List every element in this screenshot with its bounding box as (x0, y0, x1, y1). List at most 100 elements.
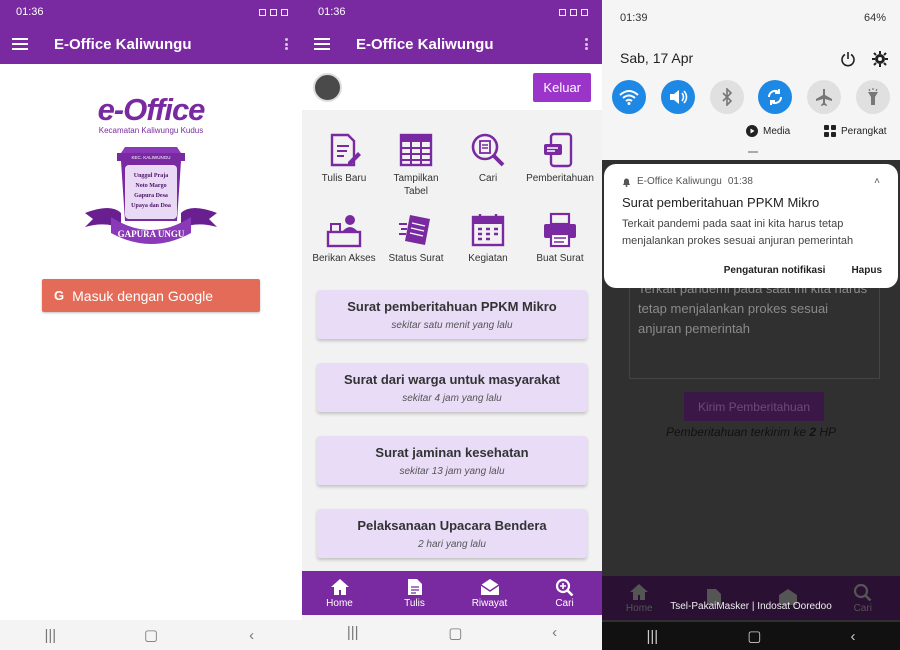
notification-actions: Pengaturan notifikasi Hapus (724, 265, 882, 276)
login-screen: 01:36 E-Office Kaliwungu e-Office Kecama… (0, 0, 302, 650)
media-button[interactable]: Media (746, 125, 790, 137)
more-options-icon[interactable] (585, 38, 588, 50)
devices-button[interactable]: Perangkat (824, 125, 887, 137)
back-icon[interactable]: ‹ (242, 627, 262, 644)
sent-document-icon (399, 215, 430, 245)
svg-text:Gapura Desa: Gapura Desa (134, 193, 168, 199)
menu-label: Cari (478, 173, 498, 184)
menu-item-berikan-akses[interactable]: Berikan Akses (308, 212, 380, 265)
back-icon[interactable]: ‹ (552, 624, 557, 641)
home-icon[interactable]: ▢ (448, 624, 462, 642)
menu-icon[interactable] (12, 38, 28, 50)
qs-controls (840, 51, 888, 67)
send-notification-button: Kirim Pemberitahuan (684, 392, 824, 421)
menu-item-tampilkan-tabel[interactable]: Tampilkan Tabel (380, 132, 452, 198)
nav-label: Tulis (404, 597, 425, 609)
menu-grid: Tulis Baru Tampilkan Tabel Cari Pemberit… (302, 110, 602, 265)
notification-settings-button[interactable]: Pengaturan notifikasi (724, 265, 826, 276)
recent-apps-icon[interactable]: ||| (647, 628, 659, 645)
desk-user-icon (326, 215, 362, 248)
power-icon[interactable] (840, 51, 856, 67)
autorotate-tile[interactable] (758, 80, 793, 114)
devices-grid-icon (824, 125, 836, 137)
notification-card[interactable]: E-Office Kaliwungu 01:38 ˄ Surat pemberi… (604, 164, 898, 288)
airplane-tile[interactable] (807, 80, 842, 114)
volume-icon (669, 90, 688, 104)
letter-card[interactable]: Pelaksanaan Upacara Bendera 2 hari yang … (317, 509, 587, 558)
letter-card[interactable]: Surat dari warga untuk masyarakat sekita… (317, 363, 587, 412)
sent-status: Pemberitahuan terkirim ke 2 HP (665, 425, 837, 439)
status-icons (559, 8, 588, 16)
media-label: Media (763, 125, 791, 137)
bluetooth-tile[interactable] (709, 80, 744, 114)
menu-icon[interactable] (314, 38, 330, 50)
menu-label: Buat Surat (536, 253, 584, 264)
gear-icon[interactable] (872, 51, 888, 67)
document-icon (407, 578, 422, 595)
home-icon[interactable]: ▢ (747, 627, 761, 645)
eoffice-logo: e-Office Kecamatan Kaliwungu Kudus KEC. … (76, 92, 226, 251)
notification-delete-button[interactable]: Hapus (851, 265, 882, 276)
home-icon[interactable]: ▢ (141, 626, 161, 644)
nav-label: Riwayat (471, 597, 508, 609)
menu-item-tulis-baru[interactable]: Tulis Baru (308, 132, 380, 198)
recent-apps-icon[interactable]: ||| (40, 627, 60, 644)
menu-item-status-surat[interactable]: Status Surat (380, 212, 452, 265)
logout-button[interactable]: Keluar (533, 72, 591, 102)
more-options-icon[interactable] (285, 38, 288, 50)
letter-time: 2 hari yang lalu (418, 538, 486, 550)
flashlight-icon (867, 88, 878, 105)
phone-message-icon (544, 132, 573, 168)
notification-shade-screen: Terkait pandemi pada saat ini kita harus… (602, 0, 900, 650)
table-icon (399, 133, 433, 167)
mail-icon (480, 578, 499, 595)
home-icon (630, 583, 649, 600)
menu-label: Kegiatan (468, 253, 508, 264)
menu-item-cari[interactable]: Cari (452, 132, 524, 198)
nav-label: Home (326, 597, 353, 609)
chevron-up-icon[interactable]: ˄ (874, 176, 880, 187)
drag-handle[interactable] (748, 151, 758, 153)
menu-item-buat-surat[interactable]: Buat Surat (524, 212, 596, 265)
sound-tile[interactable] (660, 80, 695, 114)
notification-time: 01:38 (727, 176, 753, 187)
date-label: Sab, 17 Apr (620, 50, 694, 66)
status-icons (259, 8, 288, 16)
google-signin-label: Masuk dengan Google (72, 287, 213, 304)
menu-label: Status Surat (388, 253, 444, 264)
flashlight-tile[interactable] (855, 80, 890, 114)
back-icon[interactable]: ‹ (850, 628, 855, 645)
wifi-tile[interactable] (612, 80, 646, 114)
menu-item-kegiatan[interactable]: Kegiatan (452, 212, 524, 265)
letter-card[interactable]: Surat jaminan kesehatan sekitar 13 jam y… (317, 436, 587, 485)
avatar[interactable] (313, 72, 342, 102)
bottom-nav: Home Tulis Riwayat Cari (302, 571, 602, 615)
google-signin-button[interactable]: G Masuk dengan Google (42, 279, 260, 312)
status-time: 01:36 (16, 6, 44, 18)
nav-cari[interactable]: Cari (535, 578, 595, 609)
notification-title: Surat pemberitahuan PPKM Mikro (622, 195, 820, 210)
letter-time: sekitar 13 jam yang lalu (399, 465, 505, 477)
letter-time: sekitar satu menit yang lalu (391, 319, 513, 331)
google-icon: G (54, 288, 65, 303)
nav-tulis[interactable]: Tulis (385, 578, 445, 609)
status-bar: 01:39 64% (602, 6, 900, 30)
home-icon (330, 578, 349, 595)
nav-riwayat[interactable]: Riwayat (460, 578, 520, 609)
app-title: E-Office Kaliwungu (356, 35, 494, 53)
user-header: Keluar (302, 64, 602, 110)
nav-home[interactable]: Home (310, 578, 370, 609)
search-document-icon (471, 133, 505, 167)
menu-item-pemberitahuan[interactable]: Pemberitahuan (524, 132, 596, 198)
letter-title: Surat dari warga untuk masyarakat (343, 371, 561, 387)
zoom-icon (555, 578, 573, 596)
svg-text:Unggul Praja: Unggul Praja (134, 173, 169, 179)
bottom-nav-dimmed: Home Cari (602, 576, 900, 620)
letter-card[interactable]: Surat pemberitahuan PPKM Mikro sekitar s… (317, 290, 587, 339)
gapura-emblem-icon: KEC. KALIWUNGU Unggul Praja Noto Margo G… (85, 147, 217, 244)
recent-apps-icon[interactable]: ||| (347, 624, 359, 641)
notification-body: Terkait pandemi pada saat ini kita harus… (622, 218, 854, 247)
app-bar: E-Office Kaliwungu (0, 24, 302, 64)
zoom-icon (853, 583, 872, 601)
menu-label: Tulis Baru (321, 173, 367, 184)
